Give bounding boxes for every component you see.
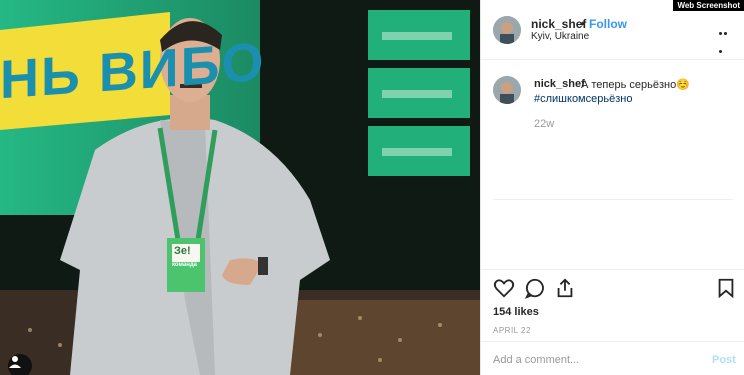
avatar[interactable]	[493, 16, 521, 44]
avatar-image	[493, 76, 521, 104]
badge-label: Зе!	[174, 245, 191, 257]
hashtag-link[interactable]: #слишкомсерьёзно	[534, 93, 632, 105]
caption-text: А теперь серьёзно☺️	[581, 79, 690, 91]
watermark-label: Web Screenshot	[673, 0, 744, 11]
heart-icon[interactable]	[493, 277, 515, 299]
caption-avatar[interactable]	[493, 76, 521, 104]
follow-button[interactable]: Follow	[589, 17, 627, 31]
badge-sublabel: команда	[172, 262, 197, 268]
username-link[interactable]: nick_shef	[531, 17, 586, 31]
post-age: 22w	[534, 118, 555, 130]
share-icon[interactable]	[554, 277, 576, 299]
separator-dot: •	[580, 17, 585, 31]
divider	[493, 199, 733, 200]
caption-username-link[interactable]: nick_shef	[534, 78, 585, 90]
likes-count[interactable]: 154 likes	[493, 306, 539, 318]
post-photo[interactable]: НЬ ВИБО Зе! команда	[0, 0, 480, 375]
post-details-panel: nick_shef • Follow Kyiv, Ukraine nick_sh…	[480, 0, 744, 375]
post-button[interactable]: Post	[712, 354, 736, 366]
user-icon	[9, 356, 21, 368]
divider	[481, 269, 744, 270]
location-link[interactable]: Kyiv, Ukraine	[531, 31, 589, 42]
more-options-icon[interactable]	[719, 22, 733, 53]
post-date: APRIL 22	[493, 326, 531, 335]
bookmark-icon[interactable]	[715, 277, 737, 299]
action-bar	[481, 277, 744, 301]
avatar-image	[493, 16, 521, 44]
tagged-user-button[interactable]	[8, 354, 32, 375]
comment-icon[interactable]	[524, 277, 546, 299]
comment-input[interactable]	[493, 352, 693, 368]
comment-box: Post	[481, 341, 744, 375]
